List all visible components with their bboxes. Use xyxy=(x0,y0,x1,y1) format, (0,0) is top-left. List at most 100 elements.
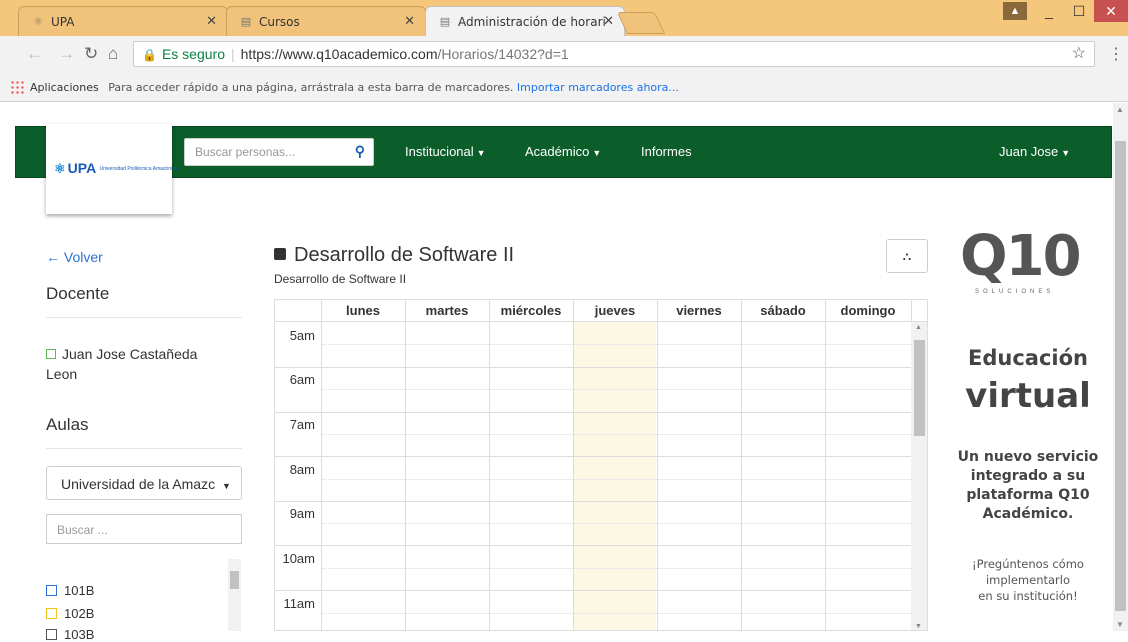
minimize-icon[interactable]: _ xyxy=(1034,0,1064,22)
atom-icon: ⚛ xyxy=(54,161,66,176)
sitemap-icon: ⛬ xyxy=(902,249,912,263)
q10-logo: Q10 xyxy=(960,224,1082,289)
ad-cta: ¡Pregúntenos cómo implementarlo en su inst… xyxy=(972,557,1084,603)
back-link[interactable]: ← Volver xyxy=(46,249,103,265)
forward-arrow-icon[interactable]: → xyxy=(58,44,75,64)
tab-horarios[interactable]: ▤ Administración de horari ✕ xyxy=(425,6,625,36)
scroll-up-icon: ▲ xyxy=(915,324,922,331)
browser-toolbar: ← → ↻ ⌂ 🔒 Es seguro | https://www.q10academ… xyxy=(0,36,1128,102)
browser-titlebar: ⚛ UPA ✕ ▤ Cursos ✕ ▤ Administración de h… xyxy=(0,0,1128,36)
tab-cursos[interactable]: ▤ Cursos ✕ xyxy=(226,6,426,36)
secure-label: Es seguro xyxy=(161,46,225,62)
menu-informes[interactable]: Informes xyxy=(641,144,692,159)
scroll-up-icon: ▲ xyxy=(1116,105,1124,114)
day-header: viernes xyxy=(676,303,722,318)
tab-upa[interactable]: ⚛ UPA ✕ xyxy=(18,6,228,36)
calendar-scrollbar[interactable]: ▲ ▼ xyxy=(911,322,927,630)
hour-label: 5am xyxy=(289,328,315,343)
search-people-input[interactable]: Buscar personas... ⚲ xyxy=(184,138,374,166)
user-profile-icon[interactable]: ▲ xyxy=(1003,2,1027,20)
upa-logo: ⚛ UPA Universidad Politécnica Amazónica xyxy=(54,160,178,176)
scroll-down-icon: ▼ xyxy=(915,623,922,630)
ad-headline: Educación xyxy=(968,346,1088,370)
home-icon[interactable]: ⌂ xyxy=(108,44,118,64)
hour-label: 6am xyxy=(289,372,315,387)
campus-select[interactable]: Universidad de la Amazc ▼ xyxy=(46,466,242,500)
close-tab-icon[interactable]: ✕ xyxy=(404,14,415,29)
room-item[interactable]: 101B xyxy=(46,583,94,598)
hour-label: 7am xyxy=(289,417,315,432)
hour-label: 10am xyxy=(282,551,315,566)
color-square-icon xyxy=(274,248,286,260)
teacher-item[interactable]: Juan Jose Castañeda Leon xyxy=(46,344,246,384)
calendar-header: lunes martes miércoles jueves viernes sá… xyxy=(275,300,927,322)
search-icon[interactable]: ⚲ xyxy=(355,143,365,160)
aulas-heading: Aulas xyxy=(46,415,89,434)
atom-icon: ⚛ xyxy=(33,15,43,28)
checkbox-icon[interactable] xyxy=(46,608,57,619)
bookmarks-bar: Aplicaciones Para acceder rápido a una p… xyxy=(0,72,1128,102)
page-subtitle: Desarrollo de Software II xyxy=(274,272,407,286)
q10-logo-sub: SOLUCIONES xyxy=(975,289,1055,295)
web-page: ⚛ UPA Universidad Politécnica Amazónica B… xyxy=(0,103,1128,642)
maximize-icon[interactable]: ☐ xyxy=(1064,0,1094,22)
back-arrow-icon[interactable]: ← xyxy=(26,44,43,64)
bookmarks-hint: Para acceder rápido a una página, arrást… xyxy=(108,81,514,94)
page-scrollbar[interactable]: ▲ ▼ xyxy=(1113,103,1128,631)
lock-icon: 🔒 xyxy=(142,48,157,62)
today-highlight xyxy=(573,322,656,630)
menu-institucional[interactable]: Institucional ▼ xyxy=(405,144,486,159)
checkbox-icon[interactable] xyxy=(46,349,56,359)
checkbox-icon[interactable] xyxy=(46,585,57,596)
page-icon: ▤ xyxy=(240,15,252,28)
docente-heading: Docente xyxy=(46,284,110,303)
day-header: domingo xyxy=(840,303,896,318)
url-path: /Horarios/14032?d=1 xyxy=(437,46,569,62)
reload-icon[interactable]: ↻ xyxy=(84,44,98,64)
q10-ad-banner[interactable]: Q10 SOLUCIONES Educación virtual Un nuev… xyxy=(945,216,1111,631)
scroll-down-icon: ▼ xyxy=(1116,620,1124,629)
page-title: Desarrollo de Software II xyxy=(274,244,514,267)
menu-academico[interactable]: Académico ▼ xyxy=(525,144,601,159)
tab-label: Administración de horari xyxy=(458,15,606,29)
tab-label: UPA xyxy=(51,15,75,29)
import-bookmarks-link[interactable]: Importar marcadores ahora... xyxy=(517,81,679,94)
schedule-calendar: lunes martes miércoles jueves viernes sá… xyxy=(274,299,928,631)
day-header: sábado xyxy=(760,303,806,318)
day-header: martes xyxy=(425,303,469,318)
day-header: lunes xyxy=(346,303,380,318)
caret-down-icon: ▼ xyxy=(476,148,486,158)
room-list-scrollbar[interactable] xyxy=(228,559,241,631)
divider xyxy=(46,448,242,449)
address-bar[interactable]: 🔒 Es seguro | https://www.q10academico.com/… xyxy=(133,41,1095,67)
hierarchy-button[interactable]: ⛬ xyxy=(886,239,928,273)
page-icon: ▤ xyxy=(439,15,451,28)
close-tab-icon[interactable]: ✕ xyxy=(603,14,614,29)
caret-down-icon: ▼ xyxy=(1061,148,1071,158)
url-base: https://www.q10academico.com xyxy=(240,46,438,62)
menu-kebab-icon[interactable]: ⋮ xyxy=(1108,44,1124,64)
user-menu[interactable]: Juan Jose ▼ xyxy=(999,144,1070,159)
apps-label[interactable]: Aplicaciones xyxy=(30,81,99,94)
ad-headline: virtual xyxy=(965,376,1091,416)
tab-label: Cursos xyxy=(259,15,300,29)
hour-label: 8am xyxy=(289,462,315,477)
divider xyxy=(46,317,242,318)
close-tab-icon[interactable]: ✕ xyxy=(206,14,217,29)
logo-card[interactable]: ⚛ UPA Universidad Politécnica Amazónica xyxy=(46,124,177,214)
room-item[interactable]: 103B xyxy=(46,627,94,642)
top-navbar: ⚛ UPA Universidad Politécnica Amazónica B… xyxy=(15,124,1112,214)
arrow-left-icon: ← xyxy=(46,249,60,265)
room-item[interactable]: 102B xyxy=(46,606,94,621)
day-header: miércoles xyxy=(500,303,562,318)
hour-label: 9am xyxy=(289,506,315,521)
caret-down-icon: ▼ xyxy=(221,481,231,491)
window-close-icon[interactable]: ✕ xyxy=(1094,0,1128,22)
caret-down-icon: ▼ xyxy=(592,148,602,158)
hour-label: 11am xyxy=(283,596,315,611)
day-header: jueves xyxy=(594,303,636,318)
bookmark-star-icon[interactable]: ☆ xyxy=(1072,42,1086,66)
apps-icon[interactable] xyxy=(10,80,24,94)
ad-description: Un nuevo servicio integrado a su plataform… xyxy=(957,449,1099,522)
room-search-input[interactable]: Buscar ... xyxy=(46,514,242,544)
